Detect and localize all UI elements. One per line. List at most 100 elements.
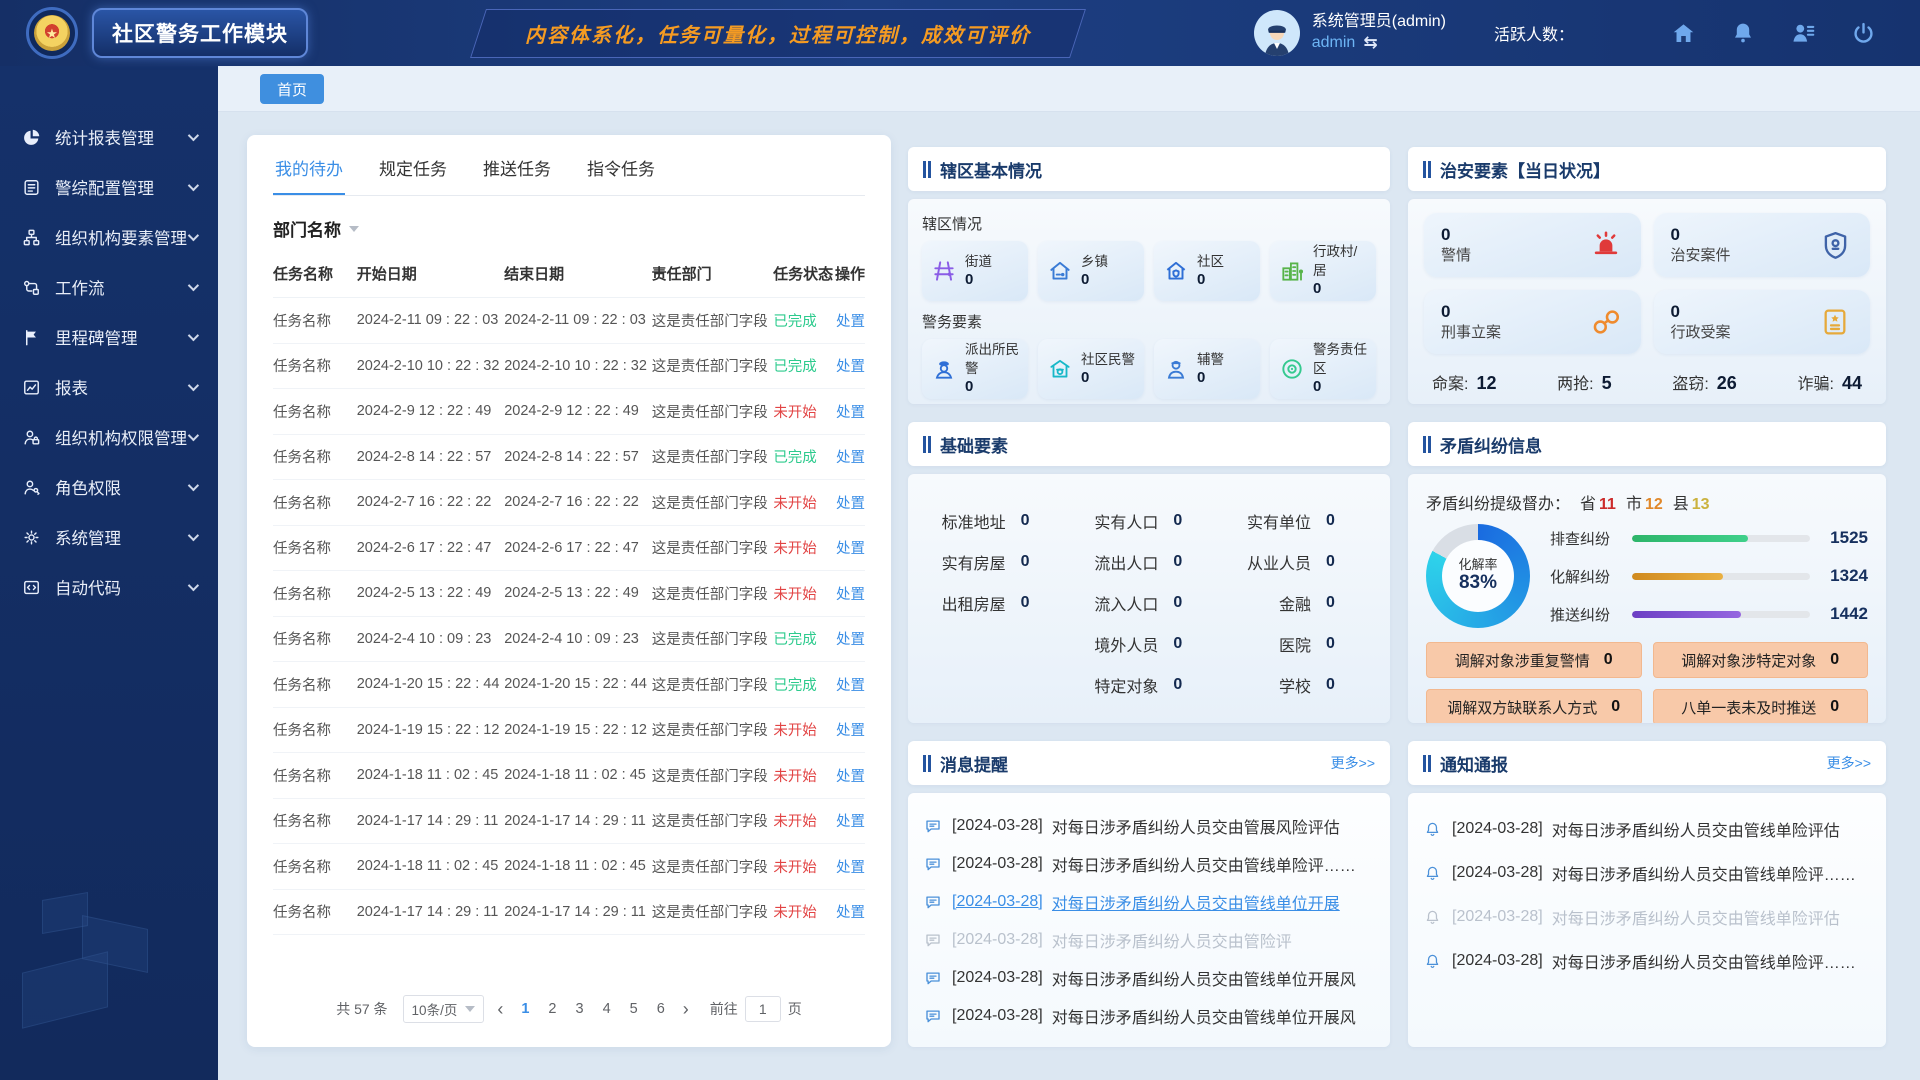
end-date-cell: 2024-1-18 11 : 02 : 45 [504,858,652,874]
tab-command-tasks[interactable]: 指令任务 [585,135,657,195]
dispose-link[interactable]: 处置 [836,314,865,330]
page-number[interactable]: 3 [570,1001,588,1017]
messages-more-link[interactable]: 更多>> [1331,753,1375,773]
escalation-item: 市12 [1626,490,1663,514]
dispose-link[interactable]: 处置 [836,905,865,921]
code-icon [20,576,42,598]
stat-card-village: 行政村/居0 [1270,241,1376,301]
message-item[interactable]: [2024-03-28] 对每日涉矛盾纠纷人员交由管展风险评估 [924,807,1374,845]
home-icon[interactable] [1670,20,1696,46]
department-cell: 这是责任部门字段 [652,355,774,376]
department-filter[interactable]: 部门名称 [273,216,865,241]
sidebar-item-org-elements[interactable]: 组织机构要素管理 [0,212,218,262]
end-date-cell: 2024-2-8 14 : 22 : 57 [504,449,652,465]
dispose-link[interactable]: 处置 [836,814,865,830]
dispose-link[interactable]: 处置 [836,860,865,876]
dispose-link[interactable]: 处置 [836,450,865,466]
next-page-button[interactable]: › [679,1000,693,1018]
notice-item[interactable]: [2024-03-28] 对每日涉矛盾纠纷人员交由管线单险评估 [1424,807,1870,851]
start-date-cell: 2024-2-11 09 : 22 : 03 [357,312,505,328]
sidebar-item-workflow[interactable]: 工作流 [0,262,218,312]
app-root: ★ 社区警务工作模块 内容体系化，任务可量化，过程可控制，成效可评价 系统管理员… [0,0,1920,1080]
stat-card-community-police: 社区民警0 [1038,339,1144,399]
sidebar-item-role-permissions[interactable]: 角色权限 [0,462,218,512]
power-icon[interactable] [1850,20,1876,46]
message-item[interactable]: [2024-03-28] 对每日涉矛盾纠纷人员交由管线单位开展风 [924,959,1374,997]
dispute-panel-title: 矛盾纠纷信息 [1440,432,1542,457]
message-item[interactable]: [2024-03-28] 对每日涉矛盾纠纷人员交由管线单位开展 [924,883,1374,921]
department-cell: 这是责任部门字段 [652,901,774,922]
bell-icon[interactable] [1730,20,1756,46]
tab-regular-tasks[interactable]: 规定任务 [377,135,449,195]
page-number[interactable]: 1 [516,1001,534,1017]
sidebar-item-system[interactable]: 系统管理 [0,512,218,562]
notice-item[interactable]: [2024-03-28] 对每日涉矛盾纠纷人员交由管线单险评估 [1424,895,1870,939]
dispose-link[interactable]: 处置 [836,678,865,694]
dispute-stat-box: 调解对象涉特定对象0 [1653,642,1869,678]
sitemap-icon [20,226,42,248]
sidebar-item-org-permissions[interactable]: 组织机构权限管理 [0,412,218,462]
dispose-link[interactable]: 处置 [836,359,865,375]
notice-item[interactable]: [2024-03-28] 对每日涉矛盾纠纷人员交由管线单险评…… [1424,851,1870,895]
user-avatar[interactable] [1254,10,1300,56]
department-cell: 这是责任部门字段 [652,810,774,831]
sidebar-item-report[interactable]: 报表 [0,362,218,412]
switch-user-icon[interactable]: ⇆ [1363,32,1377,53]
table-row: 任务名称 2024-2-7 16 : 22 : 22 2024-2-7 16 :… [273,480,865,526]
sidebar-item-statistics-report[interactable]: 统计报表管理 [0,112,218,162]
users-icon[interactable] [1790,20,1816,46]
message-item[interactable]: [2024-03-28] 对每日涉矛盾纠纷人员交由管线单险评…… [924,845,1374,883]
stat-card-criminal-cases: 0刑事立案 [1424,290,1641,354]
notice-item[interactable]: [2024-03-28] 对每日涉矛盾纠纷人员交由管线单险评…… [1424,939,1870,983]
col-start-date: 开始日期 [357,263,504,284]
district-cards-row: 街道0 乡镇0 社区0 行政村/居0 [922,241,1376,301]
police-avatar-icon [1257,16,1297,56]
page-number[interactable]: 6 [652,1001,670,1017]
table-row: 任务名称 2024-1-17 14 : 29 : 11 2024-1-17 14… [273,890,865,936]
basic-stat-row: 实有房屋0 [938,541,1055,582]
dispose-link[interactable]: 处置 [836,496,865,512]
page-number[interactable]: 5 [625,1001,643,1017]
dispute-bar: 推送纠纷 1442 [1550,604,1868,625]
page-size-select[interactable]: 10条/页 [403,995,485,1023]
tab-my-todo[interactable]: 我的待办 [273,135,345,195]
dispose-link[interactable]: 处置 [836,587,865,603]
page-number[interactable]: 4 [598,1001,616,1017]
security-panel-title: 治安要素【当日状况】 [1440,157,1610,182]
sidebar-item-milestone[interactable]: 里程碑管理 [0,312,218,362]
basic-stat-row: 标准地址0 [938,500,1055,541]
certificate-icon [1817,306,1853,338]
police-area-icon [1277,356,1307,382]
message-item[interactable]: [2024-03-28] 对每日涉矛盾纠纷人员交由管险评 [924,921,1374,959]
start-date-cell: 2024-2-4 10 : 09 : 23 [357,631,505,647]
dispose-link[interactable]: 处置 [836,541,865,557]
dispose-link[interactable]: 处置 [836,769,865,785]
table-row: 任务名称 2024-2-9 12 : 22 : 49 2024-2-9 12 :… [273,389,865,435]
dispose-link[interactable]: 处置 [836,405,865,421]
dispute-stat-box: 调解双方缺联系人方式0 [1426,689,1642,723]
page-number[interactable]: 2 [543,1001,561,1017]
task-name-cell: 任务名称 [273,401,357,422]
tab-pushed-tasks[interactable]: 推送任务 [481,135,553,195]
task-name-cell: 任务名称 [273,856,357,877]
dispute-stat-box: 八单一表未及时推送0 [1653,689,1869,723]
dispose-link[interactable]: 处置 [836,632,865,648]
sidebar-item-auto-code[interactable]: 自动代码 [0,562,218,612]
status-cell: 未开始 [773,719,829,740]
notices-more-link[interactable]: 更多>> [1827,753,1871,773]
chevron-down-icon [188,330,199,341]
message-item[interactable]: [2024-03-28] 对每日涉矛盾纠纷人员交由管线单位开展风 [924,997,1374,1035]
bell-outline-icon [1424,821,1443,838]
username[interactable]: admin [1312,33,1356,53]
basic-col-1: 标准地址0实有房屋0出租房屋0 [938,500,1055,697]
goto-page-input[interactable] [745,996,781,1022]
notices-panel: 通知通报 更多>> [2024-03-28] 对每日涉矛盾纠纷人员交由管线单险评… [1408,741,1886,1047]
user-role: 系统管理员(admin) [1312,12,1446,32]
sidebar-item-police-config[interactable]: 警综配置管理 [0,162,218,212]
start-date-cell: 2024-1-18 11 : 02 : 45 [357,858,505,874]
dispose-link[interactable]: 处置 [836,723,865,739]
table-row: 任务名称 2024-1-18 11 : 02 : 45 2024-1-18 11… [273,844,865,890]
tab-home[interactable]: 首页 [260,74,324,104]
prev-page-button[interactable]: ‹ [493,1000,507,1018]
table-row: 任务名称 2024-1-17 14 : 29 : 11 2024-1-17 14… [273,799,865,845]
